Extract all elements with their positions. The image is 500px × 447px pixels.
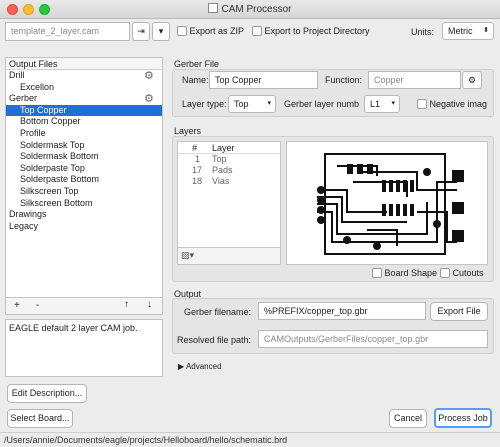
layer-row[interactable]: 18 Vias: [178, 176, 280, 187]
export-file-button[interactable]: Export File: [430, 302, 488, 321]
tree-item-soldermask-top[interactable]: Soldermask Top: [6, 140, 162, 152]
cutouts-option[interactable]: Cutouts: [440, 268, 484, 278]
layers-heading: Layers: [174, 126, 202, 136]
function-settings-gear-icon[interactable]: ⚙: [462, 71, 482, 89]
dropdown-arrow-icon: ▾: [391, 100, 395, 107]
add-output-button[interactable]: +: [14, 300, 20, 311]
gerber-file-heading: Gerber File: [174, 59, 220, 69]
select-arrow-icon: ⬍: [483, 27, 489, 34]
tree-item-profile[interactable]: Profile: [6, 128, 162, 140]
export-project-checkbox[interactable]: [252, 26, 262, 36]
remove-output-button[interactable]: -: [36, 300, 39, 311]
tree-item-legacy[interactable]: Legacy: [6, 221, 162, 233]
title-bar: CAM Processor: [0, 0, 500, 19]
gerber-settings-gear-icon[interactable]: ⚙: [144, 92, 154, 105]
tree-item-top-copper[interactable]: Top Copper: [6, 104, 162, 117]
export-project-option[interactable]: Export to Project Directory: [252, 26, 370, 36]
drill-settings-gear-icon[interactable]: ⚙: [144, 69, 154, 82]
output-tree: Drill Excellon Gerber Top Copper Bottom …: [6, 70, 162, 232]
units-select[interactable]: Metric ⬍: [442, 22, 494, 40]
units-label: Units:: [411, 27, 435, 37]
pcb-preview-image: [317, 153, 464, 255]
negative-image-option[interactable]: Negative imag: [417, 99, 487, 109]
move-up-button[interactable]: ↑: [124, 299, 129, 310]
layers-table-header: # Layer: [178, 142, 280, 154]
move-down-button[interactable]: ↓: [147, 299, 152, 310]
output-files-panel: Output Files Drill Excellon Gerber Top C…: [5, 57, 163, 315]
name-label: Name:: [182, 75, 209, 85]
output-files-header: Output Files: [6, 58, 162, 70]
cancel-button[interactable]: Cancel: [389, 409, 427, 428]
tree-item-drill[interactable]: Drill: [6, 70, 162, 82]
advanced-toggle[interactable]: ▶ Advanced: [178, 362, 222, 371]
layer-type-label: Layer type:: [182, 99, 227, 109]
status-path: /Users/annie/Documents/eagle/projects/He…: [4, 435, 288, 445]
status-separator: [0, 432, 500, 433]
layers-toolbar: ▨▾: [177, 247, 281, 265]
export-zip-checkbox[interactable]: [177, 26, 187, 36]
layer-number-select[interactable]: L1 ▾: [364, 95, 400, 113]
name-field[interactable]: Top Copper: [209, 71, 318, 89]
disclosure-triangle-icon: ▶: [178, 362, 185, 371]
tree-item-excellon[interactable]: Excellon: [6, 82, 162, 94]
tree-toolbar: + - ↑ ↓: [5, 297, 163, 315]
cam-app-icon: [208, 3, 219, 13]
resolved-path-label: Resolved file path:: [177, 335, 252, 345]
col-layer-header: Layer: [212, 143, 235, 153]
tree-item-solderpaste-bottom[interactable]: Solderpaste Bottom: [6, 174, 162, 186]
job-description[interactable]: EAGLE default 2 layer CAM job.: [5, 319, 163, 377]
export-zip-option[interactable]: Export as ZIP: [177, 26, 244, 36]
tree-item-bottom-copper[interactable]: Bottom Copper: [6, 116, 162, 128]
layer-row[interactable]: 17 Pads: [178, 165, 280, 176]
tree-item-silkscreen-top[interactable]: Silkscreen Top: [6, 186, 162, 198]
function-label: Function:: [325, 75, 363, 85]
tree-item-solderpaste-top[interactable]: Solderpaste Top: [6, 163, 162, 175]
gerber-layer-number-label: Gerber layer numbe: [284, 99, 359, 109]
tree-item-drawings[interactable]: Drawings: [6, 209, 162, 221]
tree-item-gerber[interactable]: Gerber: [6, 93, 162, 105]
save-template-icon[interactable]: ▾: [152, 22, 170, 41]
tree-item-silkscreen-bottom[interactable]: Silkscreen Bottom: [6, 198, 162, 210]
board-shape-checkbox[interactable]: [372, 268, 382, 278]
resolved-path-field: CAMOutputs/GerberFiles/copper_top.gbr: [258, 330, 488, 348]
edit-description-button[interactable]: Edit Description...: [7, 384, 87, 403]
layer-edit-icon[interactable]: ▨▾: [181, 250, 194, 261]
board-shape-option[interactable]: Board Shape: [372, 268, 437, 278]
template-field[interactable]: template_2_layer.cam: [5, 22, 130, 41]
col-num-header: #: [192, 143, 198, 153]
function-field[interactable]: Copper: [368, 71, 461, 89]
gerber-filename-label: Gerber filename:: [184, 307, 252, 317]
process-job-button[interactable]: Process Job: [434, 408, 492, 428]
layer-row[interactable]: 1 Top: [178, 154, 280, 165]
window-title: CAM Processor: [0, 3, 500, 15]
layer-type-select[interactable]: Top ▾: [228, 95, 276, 113]
negative-image-checkbox[interactable]: [417, 99, 427, 109]
dropdown-arrow-icon: ▾: [267, 100, 271, 107]
board-preview: [286, 141, 488, 265]
load-template-icon[interactable]: ⇥: [132, 22, 150, 41]
select-board-button[interactable]: Select Board...: [7, 409, 73, 428]
tree-item-soldermask-bottom[interactable]: Soldermask Bottom: [6, 151, 162, 163]
gerber-filename-field[interactable]: %PREFIX/copper_top.gbr: [258, 302, 426, 320]
cutouts-checkbox[interactable]: [440, 268, 450, 278]
